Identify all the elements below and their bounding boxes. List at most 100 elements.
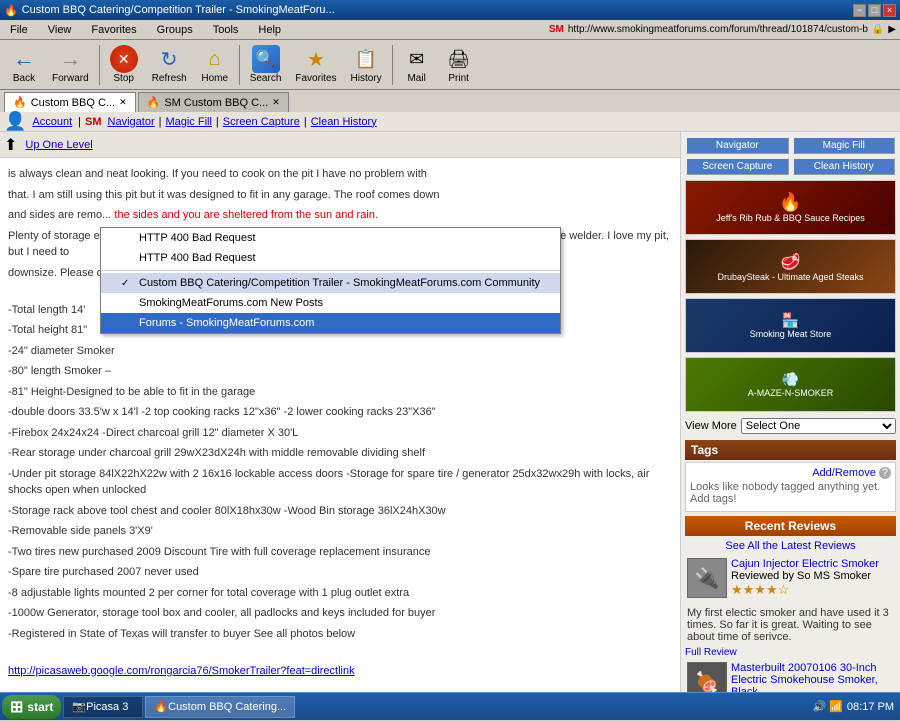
clean-history-button[interactable]: Clean History xyxy=(793,158,896,175)
taskbar-right: 🔊 📶 08:17 PM xyxy=(812,700,898,713)
spec-13: -Spare tire purchased 2007 never used xyxy=(8,564,672,581)
close-button[interactable]: × xyxy=(883,4,896,17)
spec-3: -24" diameter Smoker xyxy=(8,343,672,360)
smf-nav-link-3[interactable]: Screen Capture xyxy=(223,116,300,128)
smf-breadcrumb-bar: ⬆ Up One Level xyxy=(0,132,680,158)
review-item-1: 🔌 Cajun Injector Electric Smoker Reviewe… xyxy=(685,554,896,603)
spec-10: -Storage rack above tool chest and coole… xyxy=(8,503,672,520)
sidebar-nav-buttons: Navigator Magic Fill Screen Capture Clea… xyxy=(685,136,896,176)
smf-nav-link-4[interactable]: Clean History xyxy=(311,116,377,128)
ad-1-label: Jeff's Rib Rub & BBQ Sauce Recipes xyxy=(716,213,865,223)
smf-nav-link-2[interactable]: Magic Fill xyxy=(165,116,211,128)
picasa-taskbar-icon: 📷 xyxy=(72,700,86,713)
see-all-link[interactable]: See All the Latest Reviews xyxy=(725,540,855,552)
smf-nav-link-1[interactable]: Navigator xyxy=(108,116,155,128)
stop-button[interactable]: ✕ Stop xyxy=(104,43,144,86)
mail-button[interactable]: ✉ Mail xyxy=(397,43,437,86)
spec-14: -8 adjustable lights mounted 2 per corne… xyxy=(8,585,672,602)
ad-4-label: A-MAZE-N-SMOKER xyxy=(748,388,834,398)
smf-account-bar: 👤 Account | SM Navigator | Magic Fill | … xyxy=(0,112,900,132)
tags-title: Tags xyxy=(685,440,896,460)
ad-smoking-meat-store[interactable]: 🏪 Smoking Meat Store xyxy=(685,298,896,353)
smf-logo: SM xyxy=(85,116,102,128)
taskbar-custom-bbq[interactable]: 🔥 Custom BBQ Catering... xyxy=(145,696,295,718)
reviews-section: Recent Reviews See All the Latest Review… xyxy=(685,516,896,702)
menu-favorites[interactable]: Favorites xyxy=(85,23,142,37)
toolbar-separator-2 xyxy=(239,45,240,85)
refresh-button[interactable]: ↻ Refresh xyxy=(146,43,193,86)
maximize-button[interactable]: □ xyxy=(868,4,881,17)
review-full-1[interactable]: Full Review xyxy=(685,647,896,658)
review-text-1: My first electic smoker and have used it… xyxy=(685,603,896,647)
history-dropdown: HTTP 400 Bad Request HTTP 400 Bad Reques… xyxy=(100,227,561,334)
spec-4: -80" length Smoker – xyxy=(8,363,672,380)
address-display: http://www.smokingmeatforums.com/forum/t… xyxy=(568,24,868,35)
minimize-button[interactable]: − xyxy=(853,4,866,17)
taskbar-picasa[interactable]: 📷 Picasa 3 xyxy=(63,696,143,718)
sm-logo: SM xyxy=(549,24,564,35)
dropdown-item-3[interactable]: ✓ Custom BBQ Catering/Competition Traile… xyxy=(101,273,560,293)
taskbar-time: 08:17 PM xyxy=(847,701,894,713)
home-button[interactable]: ⌂ Home xyxy=(195,43,235,86)
select-one-dropdown[interactable]: Select One xyxy=(741,418,896,434)
history-button[interactable]: 📋 History xyxy=(345,43,388,86)
go-icon[interactable]: ▶ xyxy=(888,24,896,35)
spec-8: -Rear storage under charcoal grill 29wX2… xyxy=(8,445,672,462)
browser-favicon: 🔥 xyxy=(4,4,18,17)
dropdown-item-1[interactable]: HTTP 400 Bad Request xyxy=(101,228,560,248)
ad-amaze-n[interactable]: 💨 A-MAZE-N-SMOKER xyxy=(685,357,896,412)
tabs-bar: 🔥 Custom BBQ C... ✕ 🔥 SM Custom BBQ C...… xyxy=(0,90,900,112)
add-remove-tags-link[interactable]: Add/Remove xyxy=(812,467,876,479)
menu-file[interactable]: File xyxy=(4,23,34,37)
windows-icon: ⊞ xyxy=(10,697,23,717)
dropdown-item-2[interactable]: HTTP 400 Bad Request xyxy=(101,248,560,268)
tags-section: Tags Add/Remove ? Looks like nobody tagg… xyxy=(685,440,896,512)
up-one-level-link[interactable]: Up One Level xyxy=(25,139,92,151)
dropdown-item-4[interactable]: SmokingMeatForums.com New Posts xyxy=(101,293,560,313)
menu-help[interactable]: Help xyxy=(252,23,287,37)
tab-label-1: Custom BBQ C... xyxy=(31,97,115,109)
back-button[interactable]: ← Back xyxy=(4,43,44,86)
check-icon-3: ✓ xyxy=(121,278,133,289)
review-reviewer-1: Reviewed by So MS Smoker xyxy=(731,570,894,582)
view-more-label: View More xyxy=(685,420,737,432)
lock-icon: 🔒 xyxy=(872,24,884,35)
ad-drubay-steak[interactable]: 🥩 DrubaySteak - Ultimate Aged Steaks xyxy=(685,239,896,294)
menu-groups[interactable]: Groups xyxy=(151,23,199,37)
tags-area: Add/Remove ? Looks like nobody tagged an… xyxy=(685,462,896,512)
forward-button[interactable]: → Forward xyxy=(46,43,95,86)
tab-close-1[interactable]: ✕ xyxy=(119,97,127,108)
review-img-1: 🔌 xyxy=(687,558,727,598)
tab-close-2[interactable]: ✕ xyxy=(272,97,280,108)
menu-tools[interactable]: Tools xyxy=(207,23,245,37)
account-icon: 👤 xyxy=(4,111,26,132)
spec-9: -Under pit storage 84lX22hX22w with 2 16… xyxy=(8,466,672,499)
ad-jeffs-rib-rub[interactable]: 🔥 Jeff's Rib Rub & BBQ Sauce Recipes xyxy=(685,180,896,235)
tags-help-icon[interactable]: ? xyxy=(879,467,891,479)
print-button[interactable]: 🖨 Print xyxy=(439,43,479,86)
title-bar: 🔥 Custom BBQ Catering/Competition Traile… xyxy=(0,0,900,20)
post-text-1: is always clean and neat looking. If you… xyxy=(8,166,672,183)
ad-3-label: Smoking Meat Store xyxy=(750,329,832,339)
magic-fill-button[interactable]: Magic Fill xyxy=(793,137,896,154)
navigator-button[interactable]: Navigator xyxy=(686,137,789,154)
toolbar-separator xyxy=(99,45,100,85)
start-button[interactable]: ⊞ start xyxy=(2,695,61,719)
favorites-button[interactable]: ★ Favorites xyxy=(289,43,342,86)
review-title-1[interactable]: Cajun Injector Electric Smoker xyxy=(731,558,894,570)
picasa-link[interactable]: http://picasaweb.google.com/rongarcia76/… xyxy=(8,665,355,677)
dropdown-item-5[interactable]: Forums - SmokingMeatForums.com xyxy=(101,313,560,333)
search-button[interactable]: 🔍 Search xyxy=(244,43,288,86)
post-text-2: that. I am still using this pit but it w… xyxy=(8,187,672,204)
menu-view[interactable]: View xyxy=(42,23,78,37)
view-more-area: View More Select One xyxy=(685,416,896,436)
ad-2-label: DrubaySteak - Ultimate Aged Steaks xyxy=(717,272,863,282)
up-one-level-icon: ⬆ xyxy=(4,135,17,155)
highlighted-text: the sides and you are sheltered from the… xyxy=(114,209,378,221)
tab-sm-custom[interactable]: 🔥 SM Custom BBQ C... ✕ xyxy=(138,92,289,112)
screen-capture-button[interactable]: Screen Capture xyxy=(686,158,789,175)
account-link[interactable]: Account xyxy=(32,116,72,128)
spec-11: -Removable side panels 3'X9' xyxy=(8,523,672,540)
spec-7: -Firebox 24x24x24 -Direct charcoal grill… xyxy=(8,425,672,442)
tab-custom-bbq[interactable]: 🔥 Custom BBQ C... ✕ xyxy=(4,92,136,112)
